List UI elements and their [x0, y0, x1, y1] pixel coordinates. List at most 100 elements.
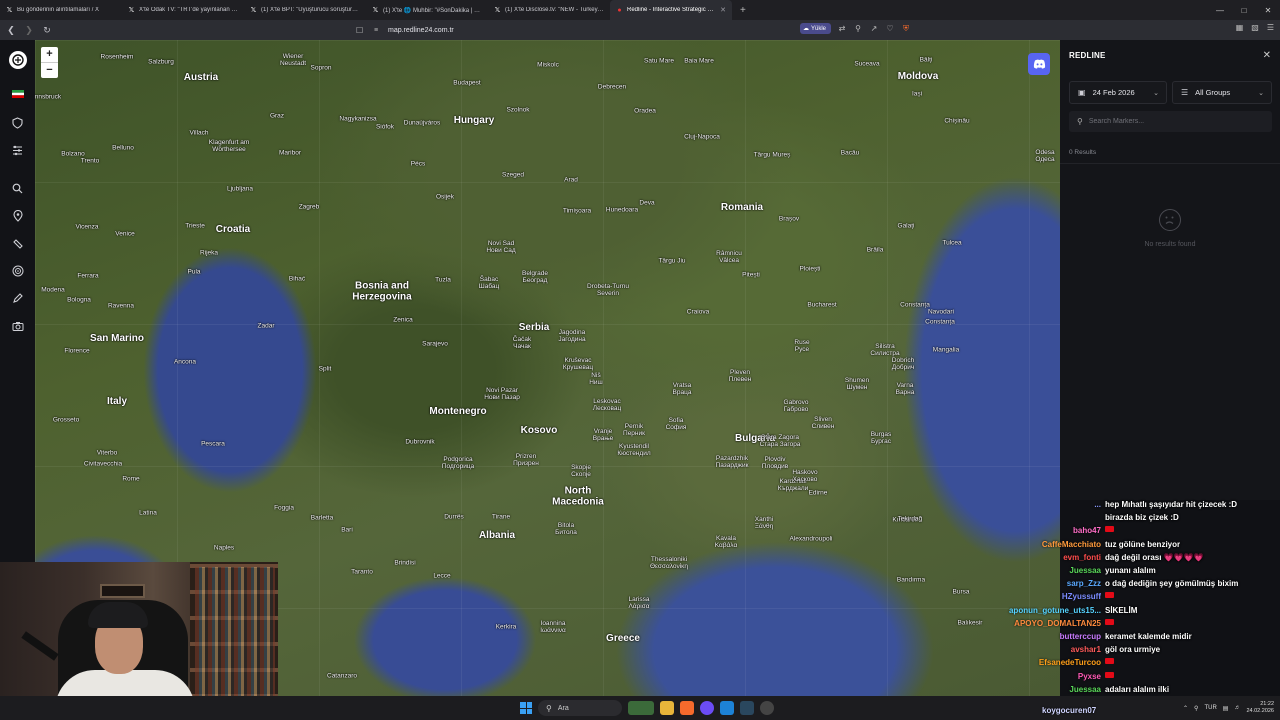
- obs-icon[interactable]: [760, 701, 774, 715]
- browser-tab[interactable]: ● Redline - Interactive Strategic M... ✕: [610, 0, 732, 20]
- city-label: Vicenza: [75, 223, 99, 231]
- city-label: Szeged: [501, 171, 525, 179]
- wallet-icon[interactable]: ▧: [1251, 23, 1259, 32]
- sliders-icon[interactable]: [8, 141, 27, 160]
- browser-tab[interactable]: 𝕏 Bu gönderinin alıntılamaları / X: [0, 0, 122, 20]
- volume-icon[interactable]: ♬: [1234, 705, 1240, 711]
- file-explorer-icon[interactable]: [660, 701, 674, 715]
- chat-text: SİKELİM: [1105, 605, 1138, 615]
- turkish-flag-icon: [1105, 592, 1114, 599]
- country-label: Austria: [183, 71, 219, 83]
- mic-icon[interactable]: ⚲: [1194, 705, 1198, 712]
- city-label: Odesa Одеса: [1035, 149, 1055, 163]
- upload-button[interactable]: ☁ Yükle: [800, 23, 832, 34]
- translate-icon[interactable]: ⇄: [837, 24, 847, 33]
- zoom-in-button[interactable]: +: [41, 47, 58, 63]
- brave-shield-icon[interactable]: ⛨: [901, 24, 911, 34]
- close-tab-icon[interactable]: ✕: [720, 6, 726, 14]
- share-icon[interactable]: ↗: [869, 24, 879, 33]
- city-label: Arad: [564, 176, 578, 184]
- shield-icon[interactable]: [8, 113, 27, 132]
- site-info-icon[interactable]: ≡: [374, 27, 378, 34]
- redline-logo-icon[interactable]: [8, 51, 27, 69]
- ruler-icon[interactable]: [8, 234, 27, 253]
- chat-username: Juessaa: [1069, 566, 1101, 575]
- taskbar-search[interactable]: ⚲ Ara: [538, 700, 622, 716]
- maximize-icon[interactable]: □: [1232, 0, 1256, 20]
- lang-indicator[interactable]: TUR: [1204, 705, 1216, 711]
- city-label: Vranje Врање: [592, 428, 614, 442]
- date-select[interactable]: ▣ 24 Feb 2026 ⌄: [1069, 81, 1167, 104]
- network-icon[interactable]: ▤: [1223, 705, 1229, 712]
- address-bar: ❮ ❯ ↻ ☐ ≡ map.redline24.com.tr ☁ Yükle ⇄ …: [0, 20, 1280, 40]
- city-label: Bologna: [67, 296, 91, 304]
- heart-icon[interactable]: ♡: [885, 24, 895, 33]
- bookmark-icon[interactable]: ☐: [356, 26, 363, 35]
- forward-icon[interactable]: ❯: [22, 23, 36, 37]
- minimize-icon[interactable]: —: [1208, 0, 1232, 20]
- menu-icon[interactable]: ☰: [1267, 23, 1274, 32]
- streamer-name: koygocuren07: [1042, 706, 1097, 715]
- stream-chat-overlay: ... hep Mıhatlı şaşıyıdar hit çizecek :D b…: [1000, 500, 1280, 696]
- reload-icon[interactable]: ↻: [40, 23, 54, 37]
- pen-tool-icon[interactable]: [8, 288, 27, 307]
- chat-text: o dağ dediğin şey gömülmüş bixim: [1105, 579, 1239, 589]
- steam-icon[interactable]: [740, 701, 754, 715]
- browser-tab[interactable]: 𝕏 (1) X'te BPT: "Uyuşturucu soruşturma...: [244, 0, 366, 20]
- zoom-icon[interactable]: ⚲: [853, 24, 863, 33]
- search-icon[interactable]: [8, 179, 27, 198]
- back-icon[interactable]: ❮: [4, 23, 18, 37]
- browser-tab[interactable]: 𝕏 (1) X'te Disclose.tv: "NEW - Turkey to.…: [488, 0, 610, 20]
- chat-username: CaffeMacchiato: [1041, 539, 1101, 549]
- city-label: Ferrara: [77, 272, 99, 280]
- chat-username: ...: [1094, 500, 1101, 509]
- city-label: Bucharest: [807, 301, 837, 309]
- group-select[interactable]: ☰ All Groups ⌄: [1172, 81, 1272, 104]
- address-actions: ☁ Yükle ⇄ ⚲ ↗ ♡ ⛨: [800, 23, 911, 34]
- close-icon[interactable]: ✕: [1263, 50, 1271, 61]
- city-label: Rome: [122, 475, 140, 483]
- flag-icon[interactable]: [8, 84, 27, 103]
- chat-text: birazda biz çizek :D: [1105, 513, 1179, 523]
- target-icon[interactable]: [8, 261, 27, 280]
- chat-username: baho47: [1072, 526, 1101, 536]
- chat-message: ... hep Mıhatlı şaşıyıdar hit çizecek :D: [1000, 500, 1280, 513]
- telegram-icon[interactable]: [720, 701, 734, 715]
- brave-browser-icon[interactable]: [680, 701, 694, 715]
- city-label: Edirne: [808, 489, 828, 497]
- search-markers-input[interactable]: [1088, 118, 1259, 125]
- results-count: 0 Results: [1069, 149, 1097, 156]
- chevron-down-icon: ⌄: [1258, 89, 1264, 97]
- tray-chevron-icon[interactable]: ⌃: [1183, 705, 1188, 712]
- city-label: Bursa: [952, 588, 970, 596]
- country-label: Greece: [606, 632, 640, 644]
- city-label: Podgorica Подгорица: [441, 456, 475, 470]
- city-label: Grosseto: [52, 416, 80, 424]
- chat-username: sarp_Zzz: [1066, 579, 1101, 589]
- close-window-icon[interactable]: ✕: [1256, 0, 1280, 20]
- city-label: Catanzaro: [327, 672, 357, 680]
- extensions-icon[interactable]: ▦: [1236, 23, 1244, 32]
- browser-tab[interactable]: 𝕏 (1) X'te 🌐 Muhbir: "#SonDakika | U...: [366, 0, 488, 20]
- browser-tab[interactable]: 𝕏 X'te Odak TV: "TRT'de yayınlanan Bir...: [122, 0, 244, 20]
- turkish-flag-icon: [1105, 671, 1114, 678]
- city-label: Kyustendil Кюстендил: [617, 443, 651, 457]
- chat-username: aponun_gotune_uts15...: [1008, 605, 1101, 615]
- city-label: Bitola Битола: [555, 522, 577, 536]
- new-tab-button[interactable]: +: [732, 5, 754, 16]
- city-label: Čačak Чачак: [512, 336, 532, 350]
- clock[interactable]: 21:22 24.02.2026: [1246, 701, 1274, 714]
- windows-start-icon[interactable]: [520, 702, 532, 714]
- widgets-icon[interactable]: [628, 701, 654, 715]
- discord-icon[interactable]: [1028, 53, 1050, 75]
- discord-app-icon[interactable]: [700, 701, 714, 715]
- chat-text: tuz gölüne benziyor: [1105, 539, 1181, 549]
- divider: [1060, 163, 1280, 164]
- map-pin-icon[interactable]: [8, 206, 27, 225]
- tab-title: X'te Odak TV: "TRT'de yayınlanan Bir...: [139, 7, 238, 13]
- window-controls: — □ ✕: [1208, 0, 1280, 20]
- camera-icon[interactable]: [8, 316, 27, 335]
- city-label: Pitești: [742, 271, 760, 279]
- zoom-out-button[interactable]: −: [41, 63, 58, 79]
- sad-face-icon: [1159, 209, 1181, 231]
